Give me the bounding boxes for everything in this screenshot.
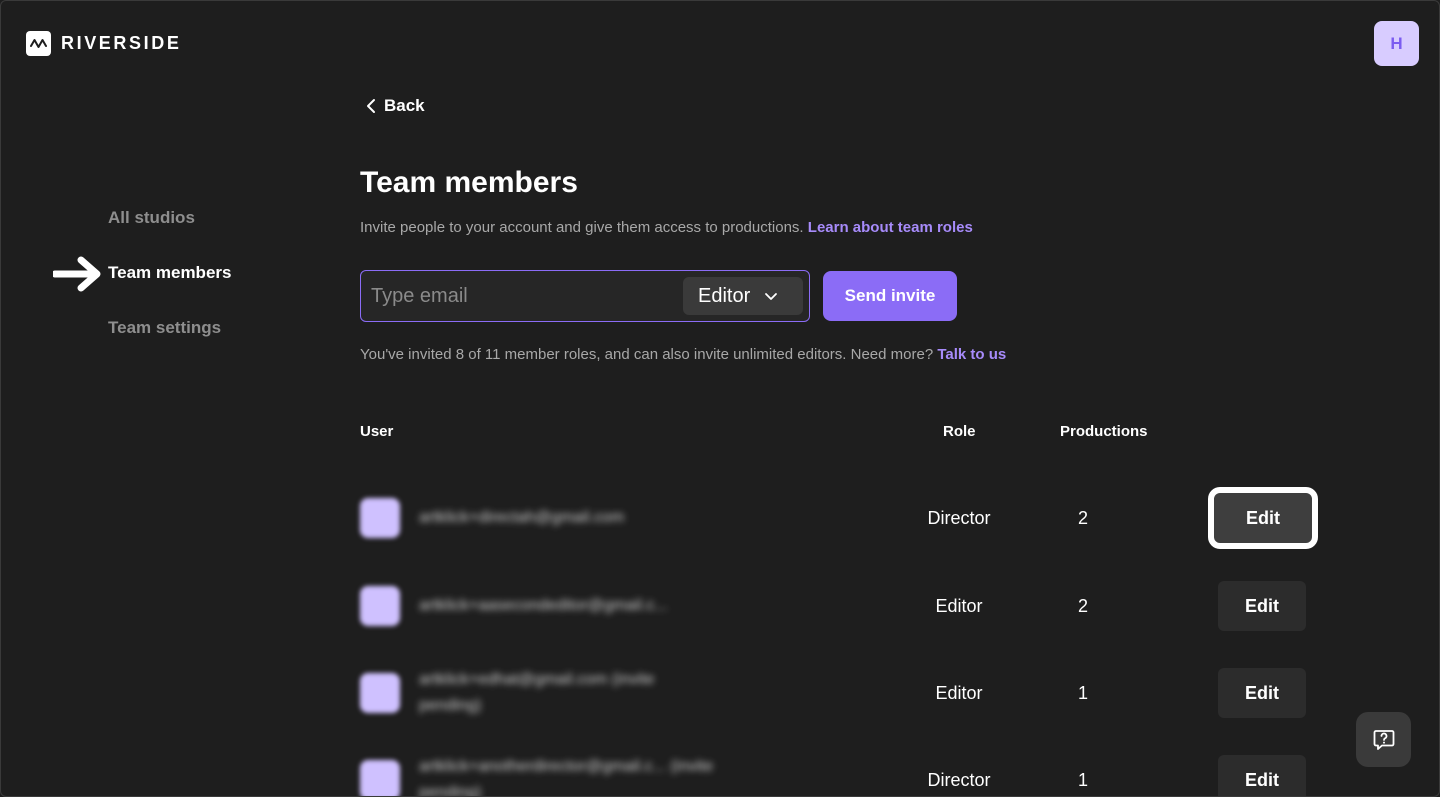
learn-team-roles-link[interactable]: Learn about team roles bbox=[808, 219, 973, 236]
email-input[interactable] bbox=[371, 271, 671, 321]
page-subtitle: Invite people to your account and give t… bbox=[360, 219, 973, 236]
edit-member-button[interactable]: Edit bbox=[1208, 487, 1318, 549]
sidebar-item-all-studios[interactable]: All studios bbox=[108, 206, 231, 261]
edit-member-button[interactable]: Edit bbox=[1218, 668, 1306, 718]
column-header-role: Role bbox=[943, 423, 976, 440]
member-email: artklick+edhat@gmail.com (invite pending… bbox=[419, 671, 655, 714]
role-dropdown-value: Editor bbox=[698, 284, 751, 307]
sidebar-item-team-members[interactable]: Team members bbox=[108, 261, 231, 316]
member-email: artklick+aasecondeditor@gmail.c... bbox=[419, 597, 668, 614]
column-header-productions: Productions bbox=[1060, 423, 1148, 440]
member-avatar bbox=[360, 673, 400, 713]
page-title: Team members bbox=[360, 166, 578, 199]
riverside-logo[interactable]: RIVERSIDE bbox=[26, 31, 181, 56]
user-avatar[interactable]: H bbox=[1374, 21, 1419, 66]
chevron-left-icon bbox=[367, 99, 375, 113]
member-productions: 1 bbox=[1077, 683, 1088, 703]
send-invite-button[interactable]: Send invite bbox=[823, 271, 957, 321]
member-email: artklick+anotherdirector@gmail.c... (inv… bbox=[419, 758, 714, 797]
help-chat-icon bbox=[1373, 729, 1394, 750]
edit-member-button[interactable]: Edit bbox=[1218, 755, 1306, 796]
table-row: artklick+edhat@gmail.com (invite pending… bbox=[1, 649, 1439, 737]
sidebar-item-team-settings[interactable]: Team settings bbox=[108, 316, 231, 371]
table-row: artklick+aasecondeditor@gmail.c... Edito… bbox=[1, 562, 1439, 650]
member-avatar bbox=[360, 498, 400, 538]
team-members-page: RIVERSIDE H All studios Team members Tea… bbox=[0, 0, 1440, 797]
member-role: Editor bbox=[935, 683, 983, 703]
back-button[interactable]: Back bbox=[366, 96, 425, 116]
edit-member-button[interactable]: Edit bbox=[1218, 581, 1306, 631]
member-productions: 1 bbox=[1077, 770, 1088, 790]
help-button[interactable] bbox=[1356, 712, 1411, 767]
member-role: Editor bbox=[935, 596, 983, 616]
invite-form: Editor bbox=[360, 270, 810, 322]
chevron-down-icon bbox=[765, 292, 778, 300]
subtitle-text: Invite people to your account and give t… bbox=[360, 219, 804, 236]
arrow-right-icon bbox=[53, 256, 101, 292]
member-email: artklick+directah@gmail.com bbox=[419, 509, 625, 526]
column-header-user: User bbox=[360, 423, 394, 440]
invite-limit-note: You've invited 8 of 11 member roles, and… bbox=[360, 346, 1006, 363]
table-row: artklick+anotherdirector@gmail.c... (inv… bbox=[1, 736, 1439, 797]
member-role: Director bbox=[927, 508, 991, 528]
role-dropdown[interactable]: Editor bbox=[683, 277, 803, 315]
sidebar-nav: All studios Team members Team settings bbox=[108, 206, 231, 371]
back-label: Back bbox=[384, 96, 425, 115]
member-productions: 2 bbox=[1077, 508, 1088, 528]
member-productions: 2 bbox=[1077, 596, 1088, 616]
member-role: Director bbox=[927, 770, 991, 790]
limit-text: You've invited 8 of 11 member roles, and… bbox=[360, 346, 934, 363]
table-row: artklick+directah@gmail.com Director 2 E… bbox=[1, 474, 1439, 562]
brand-name: RIVERSIDE bbox=[61, 33, 182, 53]
member-avatar bbox=[360, 586, 400, 626]
talk-to-us-link[interactable]: Talk to us bbox=[937, 346, 1006, 363]
member-avatar bbox=[360, 760, 400, 796]
waveform-icon bbox=[26, 31, 51, 56]
